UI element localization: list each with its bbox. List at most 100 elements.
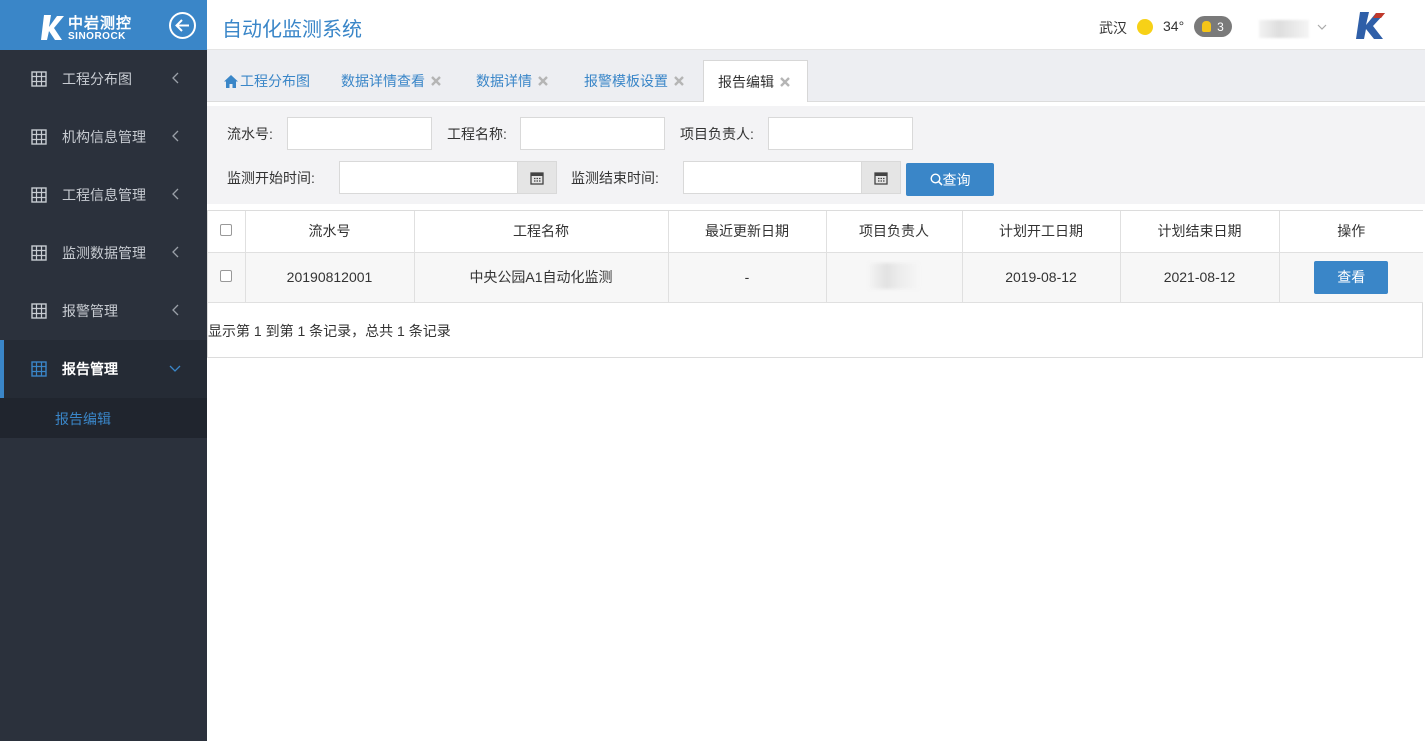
logo-text-en: SINOROCK [68, 31, 126, 42]
chevron-left-icon [172, 130, 179, 142]
sidebar-item-label: 监测数据管理 [62, 245, 146, 261]
alert-count: 3 [1217, 19, 1224, 34]
sidebar-item-report[interactable]: 报告管理 [0, 340, 207, 398]
grid-icon [31, 129, 47, 145]
chevron-left-icon [172, 188, 179, 200]
pagination-info: 显示第 1 到第 1 条记录，总共 1 条记录 [208, 323, 451, 339]
search-icon [929, 173, 943, 186]
collapse-sidebar-button[interactable] [169, 12, 196, 39]
weather-temperature: 34° [1163, 18, 1185, 34]
tab-label: 数据详情 [476, 73, 532, 89]
sidebar-item-monitor-data[interactable]: 监测数据管理 [0, 224, 207, 282]
tab-alarm-template[interactable]: 报警模板设置 [584, 60, 685, 102]
chevron-left-icon [172, 304, 179, 316]
end-date-picker-button[interactable] [862, 161, 901, 194]
select-all-checkbox[interactable] [220, 224, 233, 237]
tab-project-map[interactable]: 工程分布图 [223, 60, 310, 102]
column-header[interactable]: 计划结束日期 [1120, 211, 1280, 253]
avatar [1259, 20, 1309, 38]
grid-icon [31, 361, 47, 377]
sidebar-item-label: 报告管理 [62, 361, 118, 377]
serial-label: 流水号: [227, 126, 273, 142]
row-select-cell [208, 252, 246, 303]
start-time-input[interactable] [339, 161, 518, 194]
tab-label: 报告编辑 [718, 73, 774, 90]
top-header: 自动化监测系统 武汉 34° 3 [207, 0, 1425, 50]
tab-label: 报警模板设置 [584, 73, 668, 89]
plan-start-cell: 2019-08-12 [962, 252, 1121, 303]
alert-badge[interactable]: 3 [1194, 16, 1232, 37]
sidebar-item-label: 机构信息管理 [62, 129, 146, 145]
column-header[interactable]: 最近更新日期 [668, 211, 827, 253]
chevron-left-icon [172, 246, 179, 258]
app-title: 自动化监测系统 [222, 19, 362, 41]
owner-label: 项目负责人: [680, 126, 754, 142]
table-row[interactable]: 20190812001 中央公园A1自动化监测 - 2019-08-12 202… [208, 252, 1423, 303]
tab-data-detail-view[interactable]: 数据详情查看 [341, 60, 442, 102]
grid-icon [31, 71, 47, 87]
company-logo: 中岩测控 SINOROCK [40, 10, 140, 44]
serial-cell: 20190812001 [245, 252, 415, 303]
logo-text-cn: 中岩测控 [68, 15, 133, 32]
tabs-bar: 工程分布图 数据详情查看 数据详情 报警模板设置 报告编辑 [207, 50, 1425, 102]
column-header[interactable]: 流水号 [245, 211, 415, 253]
project-name-label: 工程名称: [447, 126, 507, 142]
plan-end-cell: 2021-08-12 [1120, 252, 1280, 303]
column-header[interactable]: 项目负责人 [826, 211, 963, 253]
view-button[interactable]: 查看 [1314, 260, 1389, 294]
arrow-left-icon [175, 19, 189, 32]
row-checkbox[interactable] [220, 270, 233, 282]
sidebar-item-alarm[interactable]: 报警管理 [0, 282, 207, 340]
start-date-picker-button[interactable] [518, 161, 557, 194]
grid-icon [31, 245, 47, 261]
start-time-label: 监测开始时间: [227, 170, 315, 186]
sidebar-item-org-info[interactable]: 机构信息管理 [0, 108, 207, 166]
chevron-left-icon [172, 72, 179, 84]
weather-city: 武汉 [1099, 20, 1127, 36]
chevron-down-icon [1317, 24, 1327, 30]
sidebar-item-project-info[interactable]: 工程信息管理 [0, 166, 207, 224]
tab-data-detail[interactable]: 数据详情 [476, 60, 549, 102]
owner-input[interactable] [768, 117, 913, 150]
project-name-cell: 中央公园A1自动化监测 [414, 252, 669, 303]
owner-cell [826, 252, 963, 303]
sun-icon [1137, 19, 1153, 35]
sidebar-subitem-report-edit[interactable]: 报告编辑 [55, 409, 111, 429]
sidebar-item-label: 报警管理 [62, 303, 118, 319]
updated-date-cell: - [668, 252, 827, 303]
user-menu[interactable] [1259, 18, 1329, 42]
close-icon[interactable] [537, 75, 549, 87]
select-all-cell [208, 211, 246, 253]
sidebar: 中岩测控 SINOROCK 工程分布图 机构信息管理 工程信息管理 监测数据管理… [0, 0, 207, 741]
sidebar-item-project-map[interactable]: 工程分布图 [0, 50, 207, 108]
home-icon [224, 74, 238, 88]
end-time-label: 监测结束时间: [571, 170, 659, 186]
close-icon[interactable] [779, 76, 791, 88]
close-icon[interactable] [673, 75, 685, 87]
column-header[interactable]: 工程名称 [414, 211, 669, 253]
tab-label: 工程分布图 [240, 73, 310, 89]
bulb-icon [1202, 21, 1212, 32]
action-cell: 查看 [1279, 252, 1423, 303]
tab-report-edit[interactable]: 报告编辑 [703, 60, 808, 102]
sidebar-item-label: 工程分布图 [62, 71, 132, 87]
sinorock-mark-icon [41, 15, 64, 40]
sidebar-item-label: 工程信息管理 [62, 187, 146, 203]
chevron-down-icon [169, 365, 181, 372]
query-button[interactable]: 查询 [906, 163, 994, 196]
project-name-input[interactable] [520, 117, 665, 150]
redacted-owner [869, 262, 919, 289]
grid-icon [31, 187, 47, 203]
calendar-icon [530, 171, 544, 185]
column-header[interactable]: 计划开工日期 [962, 211, 1121, 253]
search-form: 流水号: 工程名称: 项目负责人: 监测开始时间: 监测结束时间: 查询 [207, 106, 1425, 204]
calendar-icon [874, 171, 888, 185]
table-header-row: 流水号 工程名称 最近更新日期 项目负责人 计划开工日期 计划结束日期 操作 [208, 211, 1423, 253]
query-button-label: 查询 [942, 171, 971, 188]
tab-label: 数据详情查看 [341, 73, 425, 89]
grid-icon [31, 303, 47, 319]
report-submenu: 报告编辑 [0, 398, 207, 438]
end-time-input[interactable] [683, 161, 862, 194]
close-icon[interactable] [430, 75, 442, 87]
serial-input[interactable] [287, 117, 432, 150]
